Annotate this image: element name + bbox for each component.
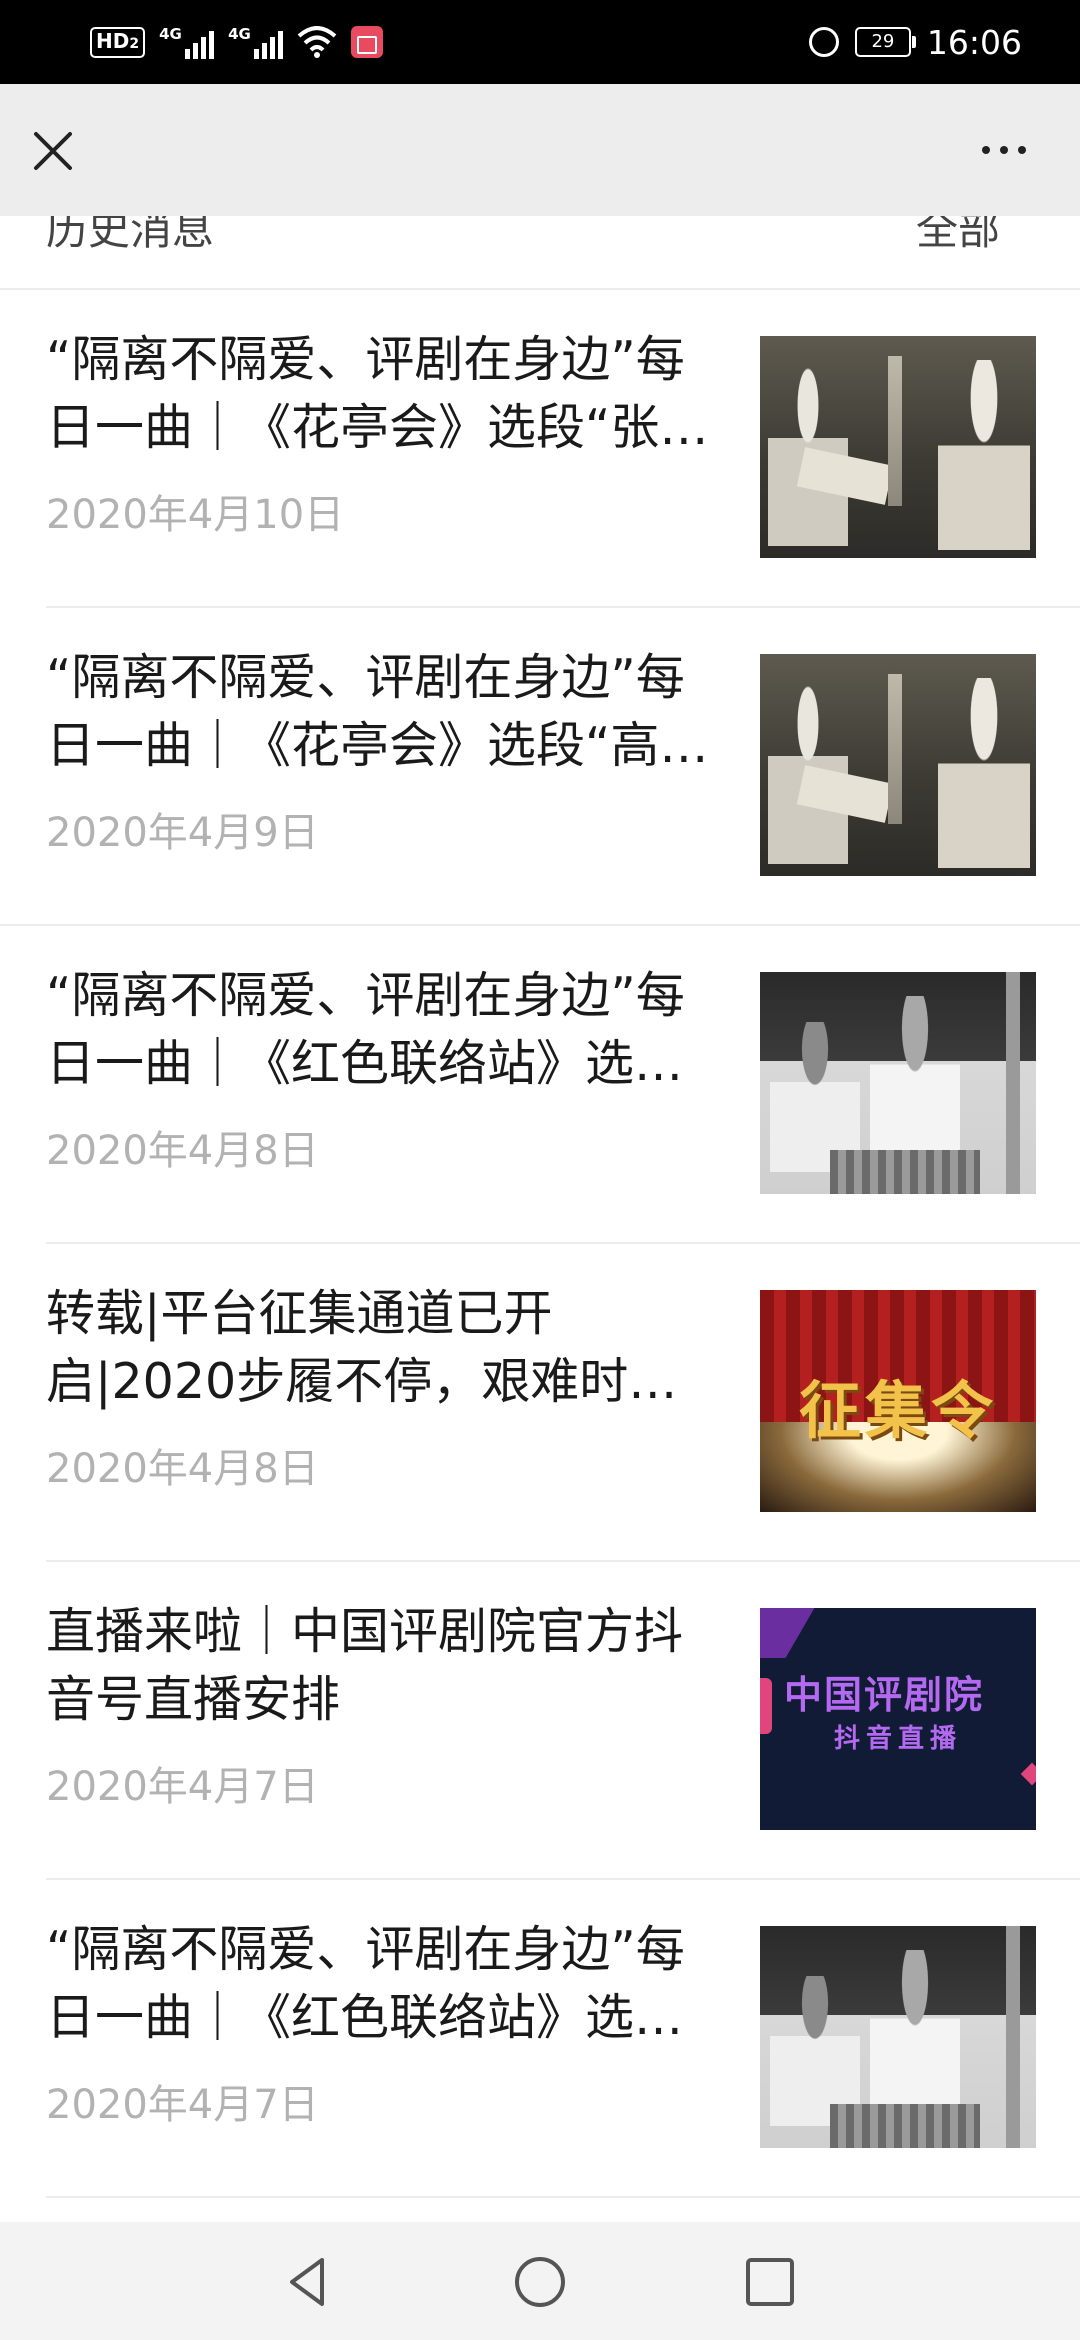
- status-icons-right: 29 16:06: [808, 20, 1022, 64]
- signal-icon: 4G: [159, 25, 215, 59]
- article-date: 2020年4月8日: [46, 1128, 319, 1174]
- thumbnail-title: 中国评剧院: [784, 1673, 985, 1717]
- back-triangle-icon: [290, 2258, 324, 2306]
- article-date: 2020年4月9日: [46, 810, 319, 856]
- article-item[interactable]: “隔离不隔爱、评剧在身边”每日一曲｜《红色联络站》选… 2020年4月7日: [0, 1880, 1080, 2198]
- article-item[interactable]: “隔离不隔爱、评剧在身边”每日一曲｜《花亭会》选段“高… 2020年4月9日: [0, 608, 1080, 926]
- thumbnail-text: 征集令: [798, 1374, 997, 1447]
- article-title: 转载|平台征集通道已开启|2020步履不停，艰难时刻我…: [46, 1285, 678, 1410]
- close-button[interactable]: [26, 124, 80, 178]
- article-thumbnail: [760, 336, 1036, 558]
- article-thumbnail: [760, 1926, 1036, 2148]
- article-date: 2020年4月8日: [46, 1446, 319, 1492]
- article-thumbnail: 中国评剧院 抖音直播: [760, 1608, 1036, 1830]
- home-circle-icon: [515, 2257, 565, 2307]
- article-list: “隔离不隔爱、评剧在身边”每日一曲｜《花亭会》选段“张… 2020年4月10日 …: [0, 290, 1080, 2198]
- clock: 16:06: [926, 22, 1022, 62]
- article-title: “隔离不隔爱、评剧在身边”每日一曲｜《花亭会》选段“张…: [46, 331, 709, 456]
- article-title: 直播来啦｜中国评剧院官方抖音号直播安排: [46, 1603, 684, 1728]
- article-item[interactable]: “隔离不隔爱、评剧在身边”每日一曲｜《红色联络站》选… 2020年4月8日: [0, 926, 1080, 1244]
- article-title: “隔离不隔爱、评剧在身边”每日一曲｜《红色联络站》选…: [46, 967, 685, 1092]
- system-nav-bar: [0, 2222, 1080, 2340]
- article-item[interactable]: “隔离不隔爱、评剧在身边”每日一曲｜《花亭会》选段“张… 2020年4月10日: [0, 290, 1080, 608]
- app-notification-icon: [351, 26, 384, 58]
- article-item[interactable]: 转载|平台征集通道已开启|2020步履不停，艰难时刻我… 2020年4月8日 征…: [0, 1244, 1080, 1562]
- more-dot: [1000, 146, 1008, 154]
- recent-apps-button[interactable]: [740, 2252, 800, 2312]
- recent-square-icon: [746, 2258, 794, 2306]
- hd-badge: HD2: [90, 26, 146, 58]
- article-title: “隔离不隔爱、评剧在身边”每日一曲｜《红色联络站》选…: [46, 1921, 685, 2046]
- alarm-icon: [808, 27, 839, 57]
- more-button[interactable]: [974, 128, 1034, 172]
- article-title: “隔离不隔爱、评剧在身边”每日一曲｜《花亭会》选段“高…: [46, 649, 709, 774]
- thumbnail-subtitle: 抖音直播: [833, 1724, 962, 1754]
- status-icons-left: HD2 4G 4G: [90, 22, 384, 62]
- article-thumbnail: 征集令: [760, 1290, 1036, 1512]
- home-button[interactable]: [510, 2252, 570, 2312]
- more-dots-icon: [982, 146, 990, 154]
- article-date: 2020年4月7日: [46, 1764, 319, 1810]
- more-dot: [1018, 146, 1026, 154]
- article-thumbnail: [760, 654, 1036, 876]
- back-button[interactable]: [278, 2252, 338, 2312]
- title-bar: [0, 84, 1080, 216]
- article-date: 2020年4月7日: [46, 2082, 319, 2128]
- wifi-icon: [297, 26, 337, 58]
- article-item[interactable]: 直播来啦｜中国评剧院官方抖音号直播安排 2020年4月7日 中国评剧院 抖音直播: [0, 1562, 1080, 1880]
- article-date: 2020年4月10日: [46, 492, 345, 538]
- signal-icon-2: 4G: [228, 25, 284, 59]
- battery-icon: 29: [854, 27, 916, 57]
- close-icon: [34, 132, 72, 170]
- article-thumbnail: [760, 972, 1036, 1194]
- status-bar: HD2 4G 4G 29 16:06: [0, 0, 1080, 84]
